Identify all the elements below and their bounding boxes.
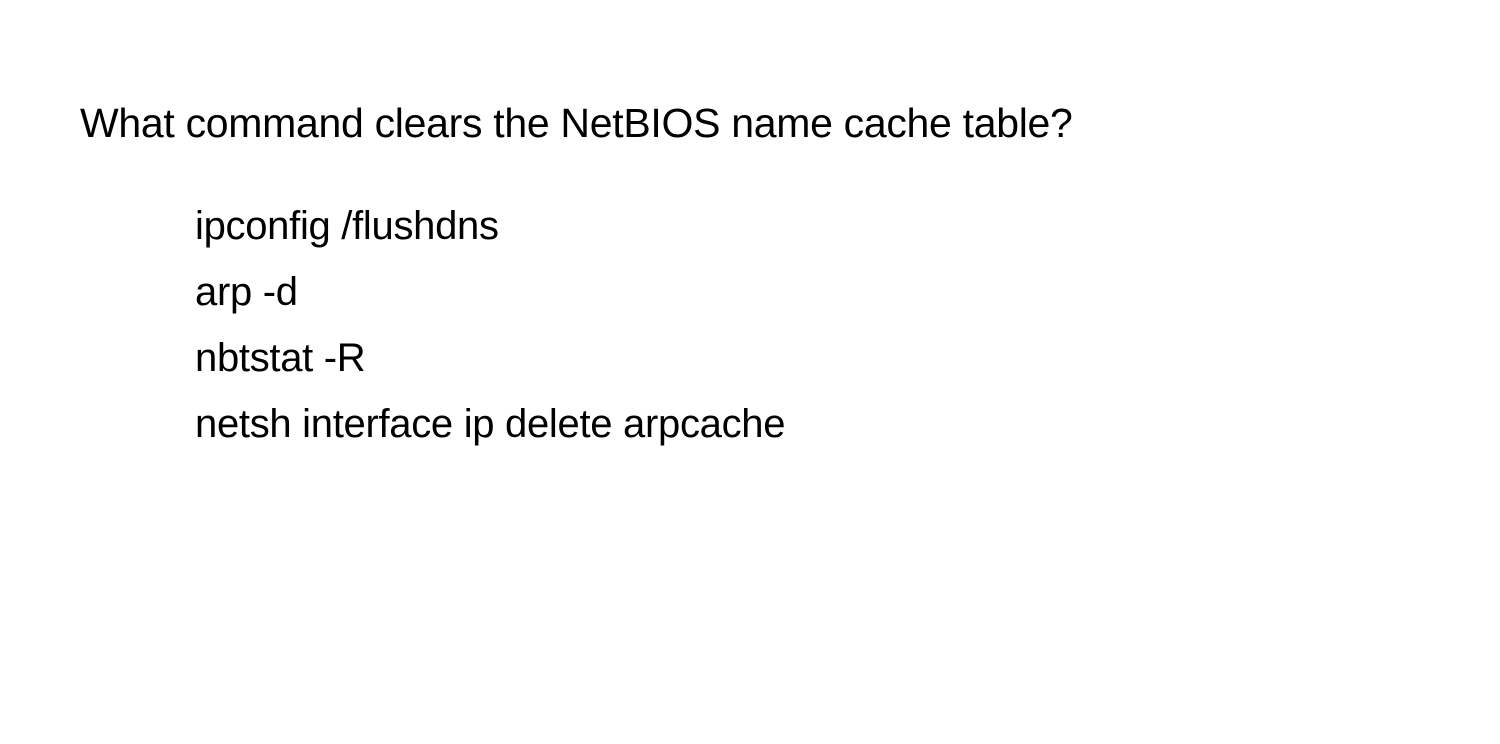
option-item: netsh interface ip delete arpcache (195, 391, 1420, 457)
question-text: What command clears the NetBIOS name cac… (80, 90, 1420, 158)
option-item: arp -d (195, 259, 1420, 325)
options-list: ipconfig /flushdns arp -d nbtstat -R net… (80, 193, 1420, 457)
option-item: nbtstat -R (195, 325, 1420, 391)
option-item: ipconfig /flushdns (195, 193, 1420, 259)
